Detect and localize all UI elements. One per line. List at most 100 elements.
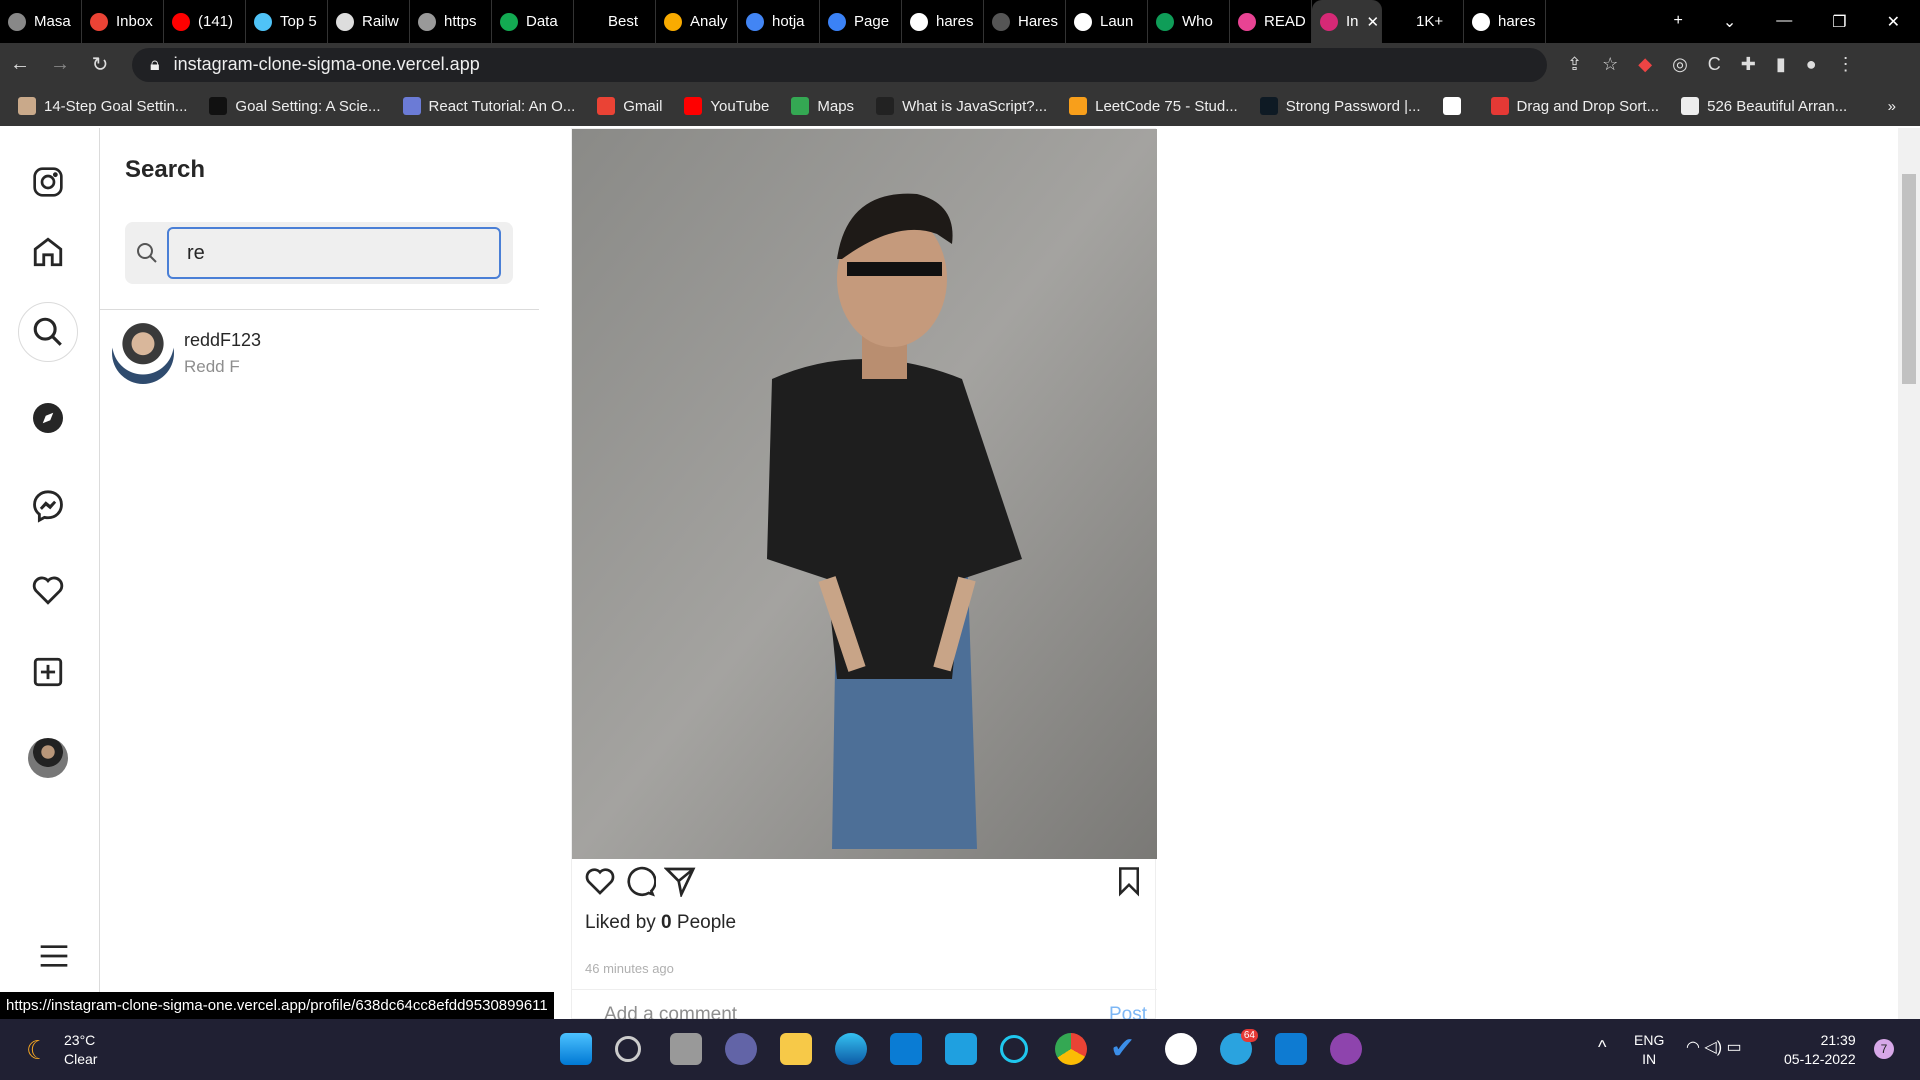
- explore-compass-icon[interactable]: [28, 398, 68, 438]
- notifications-heart-icon[interactable]: [28, 570, 68, 610]
- url-input[interactable]: 🔒︎ instagram-clone-sigma-one.vercel.app: [132, 47, 1547, 82]
- search-result-item[interactable]: reddF123 Redd F: [112, 322, 261, 384]
- save-bookmark-icon[interactable]: [1114, 865, 1144, 902]
- share-icon[interactable]: ⇪: [1567, 54, 1582, 75]
- tab-favicon-icon: [172, 12, 190, 31]
- l-app-icon[interactable]: [945, 1033, 977, 1065]
- task-view-icon[interactable]: [670, 1033, 702, 1065]
- browser-tab[interactable]: Masa: [0, 0, 82, 43]
- wifi-volume-battery-icons[interactable]: ◠ ◁) ▭: [1686, 1037, 1742, 1057]
- browser-tab[interactable]: Who: [1148, 0, 1230, 43]
- browser-tab[interactable]: hotja: [738, 0, 820, 43]
- browser-tab[interactable]: Railw: [328, 0, 410, 43]
- extension-color-icon[interactable]: ◆: [1638, 54, 1652, 75]
- browser-tab[interactable]: (141): [164, 0, 246, 43]
- bookmark-item[interactable]: LeetCode 75 - Stud...: [1069, 97, 1238, 115]
- scrollbar-thumb[interactable]: [1902, 174, 1916, 384]
- browser-tab[interactable]: Laun: [1066, 0, 1148, 43]
- reload-button[interactable]: ↻: [80, 52, 120, 77]
- mail-icon[interactable]: [890, 1033, 922, 1065]
- language-indicator[interactable]: ENG IN: [1634, 1031, 1664, 1069]
- tab-favicon-icon: [910, 12, 928, 31]
- bookmarks-overflow-icon[interactable]: »: [1888, 98, 1920, 115]
- more-menu-icon[interactable]: [34, 936, 74, 976]
- close-tab-icon[interactable]: ✕: [1367, 13, 1380, 31]
- bookmark-item[interactable]: Goal Setting: A Scie...: [209, 97, 381, 115]
- like-heart-icon[interactable]: [584, 865, 616, 902]
- bookmark-item[interactable]: Maps: [791, 97, 854, 115]
- url-text: instagram-clone-sigma-one.vercel.app: [173, 54, 480, 74]
- slack-icon[interactable]: [1165, 1033, 1197, 1065]
- share-icon[interactable]: [663, 865, 696, 902]
- bookmark-item[interactable]: Drag and Drop Sort...: [1490, 97, 1659, 115]
- github-desktop-icon[interactable]: [1330, 1033, 1362, 1065]
- profile-avatar[interactable]: ●: [1806, 54, 1817, 75]
- todo-check-icon[interactable]: ✔: [1110, 1033, 1142, 1065]
- bookmark-favicon-icon: [209, 97, 228, 115]
- browser-tab[interactable]: READ: [1230, 0, 1312, 43]
- minimize-button[interactable]: —: [1776, 12, 1792, 32]
- browser-tab[interactable]: In ✕: [1312, 0, 1382, 43]
- browser-tab[interactable]: Data: [492, 0, 574, 43]
- weather-widget[interactable]: 23°C Clear: [64, 1031, 97, 1069]
- tray-chevron-icon[interactable]: ^: [1598, 1037, 1606, 1058]
- home-icon[interactable]: [28, 232, 68, 272]
- start-windows-icon[interactable]: [560, 1033, 592, 1065]
- extensions-puzzle-icon[interactable]: ✚: [1741, 54, 1756, 75]
- browser-tab[interactable]: Analy: [656, 0, 738, 43]
- browser-tab[interactable]: hares: [1464, 0, 1546, 43]
- back-button[interactable]: ←: [0, 53, 40, 76]
- bookmark-item[interactable]: Strong Password |...: [1259, 97, 1421, 115]
- forward-button[interactable]: →: [40, 53, 80, 76]
- bookmark-item[interactable]: What is JavaScript?...: [876, 97, 1047, 115]
- restore-button[interactable]: ❐: [1832, 12, 1846, 32]
- cortana-icon[interactable]: [1000, 1035, 1028, 1063]
- browser-tab[interactable]: 1K+: [1382, 0, 1464, 43]
- extension-target-icon[interactable]: ◎: [1672, 54, 1688, 75]
- browser-tab[interactable]: Best: [574, 0, 656, 43]
- page-scrollbar[interactable]: [1898, 128, 1920, 1019]
- browser-tab[interactable]: Top 5: [246, 0, 328, 43]
- chrome-icon[interactable]: [1055, 1033, 1087, 1065]
- teams-icon[interactable]: [725, 1033, 757, 1065]
- browser-tab[interactable]: hares: [902, 0, 984, 43]
- bookmark-favicon-icon: [791, 97, 810, 115]
- close-window-button[interactable]: ✕: [1887, 12, 1900, 32]
- bookmark-favicon-icon: [1490, 97, 1509, 115]
- bookmark-item[interactable]: Gmail: [597, 97, 662, 115]
- bookmark-item[interactable]: 526 Beautiful Arran...: [1681, 97, 1847, 115]
- notification-badge[interactable]: 7: [1874, 1039, 1894, 1059]
- messenger-icon[interactable]: [28, 486, 68, 526]
- browser-tab[interactable]: Inbox: [82, 0, 164, 43]
- extension-c-icon[interactable]: C: [1708, 54, 1721, 75]
- file-explorer-icon[interactable]: [780, 1033, 812, 1065]
- search-input[interactable]: [167, 227, 501, 279]
- browser-tab[interactable]: Page: [820, 0, 902, 43]
- weather-moon-icon: ☾: [26, 1035, 50, 1065]
- bookmark-star-icon[interactable]: ☆: [1602, 54, 1618, 75]
- side-panel-icon[interactable]: ▮: [1776, 54, 1786, 75]
- vscode-icon[interactable]: [1275, 1033, 1307, 1065]
- bookmark-item[interactable]: YouTube: [684, 97, 769, 115]
- browser-tab[interactable]: Hares: [984, 0, 1066, 43]
- instagram-logo-icon[interactable]: [28, 162, 68, 202]
- create-post-icon[interactable]: [28, 652, 68, 692]
- search-nav-icon[interactable]: [18, 302, 78, 362]
- search-panel: Search reddF123 Redd F: [100, 128, 539, 1019]
- telegram-icon[interactable]: 64: [1220, 1029, 1258, 1065]
- menu-dots-icon[interactable]: ⋮: [1837, 54, 1855, 75]
- bookmark-item[interactable]: [1442, 97, 1469, 115]
- browser-tab[interactable]: https: [410, 0, 492, 43]
- edge-icon[interactable]: [835, 1033, 867, 1065]
- clock[interactable]: 21:39 05-12-2022: [1784, 1031, 1856, 1069]
- result-avatar: [112, 322, 174, 384]
- tab-bar: Masa Inbox (141) Top 5 Railw https Data Best Ana…: [0, 0, 1920, 43]
- bookmark-item[interactable]: React Tutorial: An O...: [402, 97, 575, 115]
- comment-icon[interactable]: [624, 865, 657, 902]
- tab-search-icon[interactable]: ⌄: [1723, 12, 1736, 32]
- profile-avatar[interactable]: [28, 738, 68, 778]
- search-taskbar-icon[interactable]: [615, 1036, 641, 1062]
- new-tab-button[interactable]: +: [1674, 12, 1683, 32]
- bookmark-item[interactable]: 14-Step Goal Settin...: [18, 97, 187, 115]
- post-actions: [584, 865, 1144, 901]
